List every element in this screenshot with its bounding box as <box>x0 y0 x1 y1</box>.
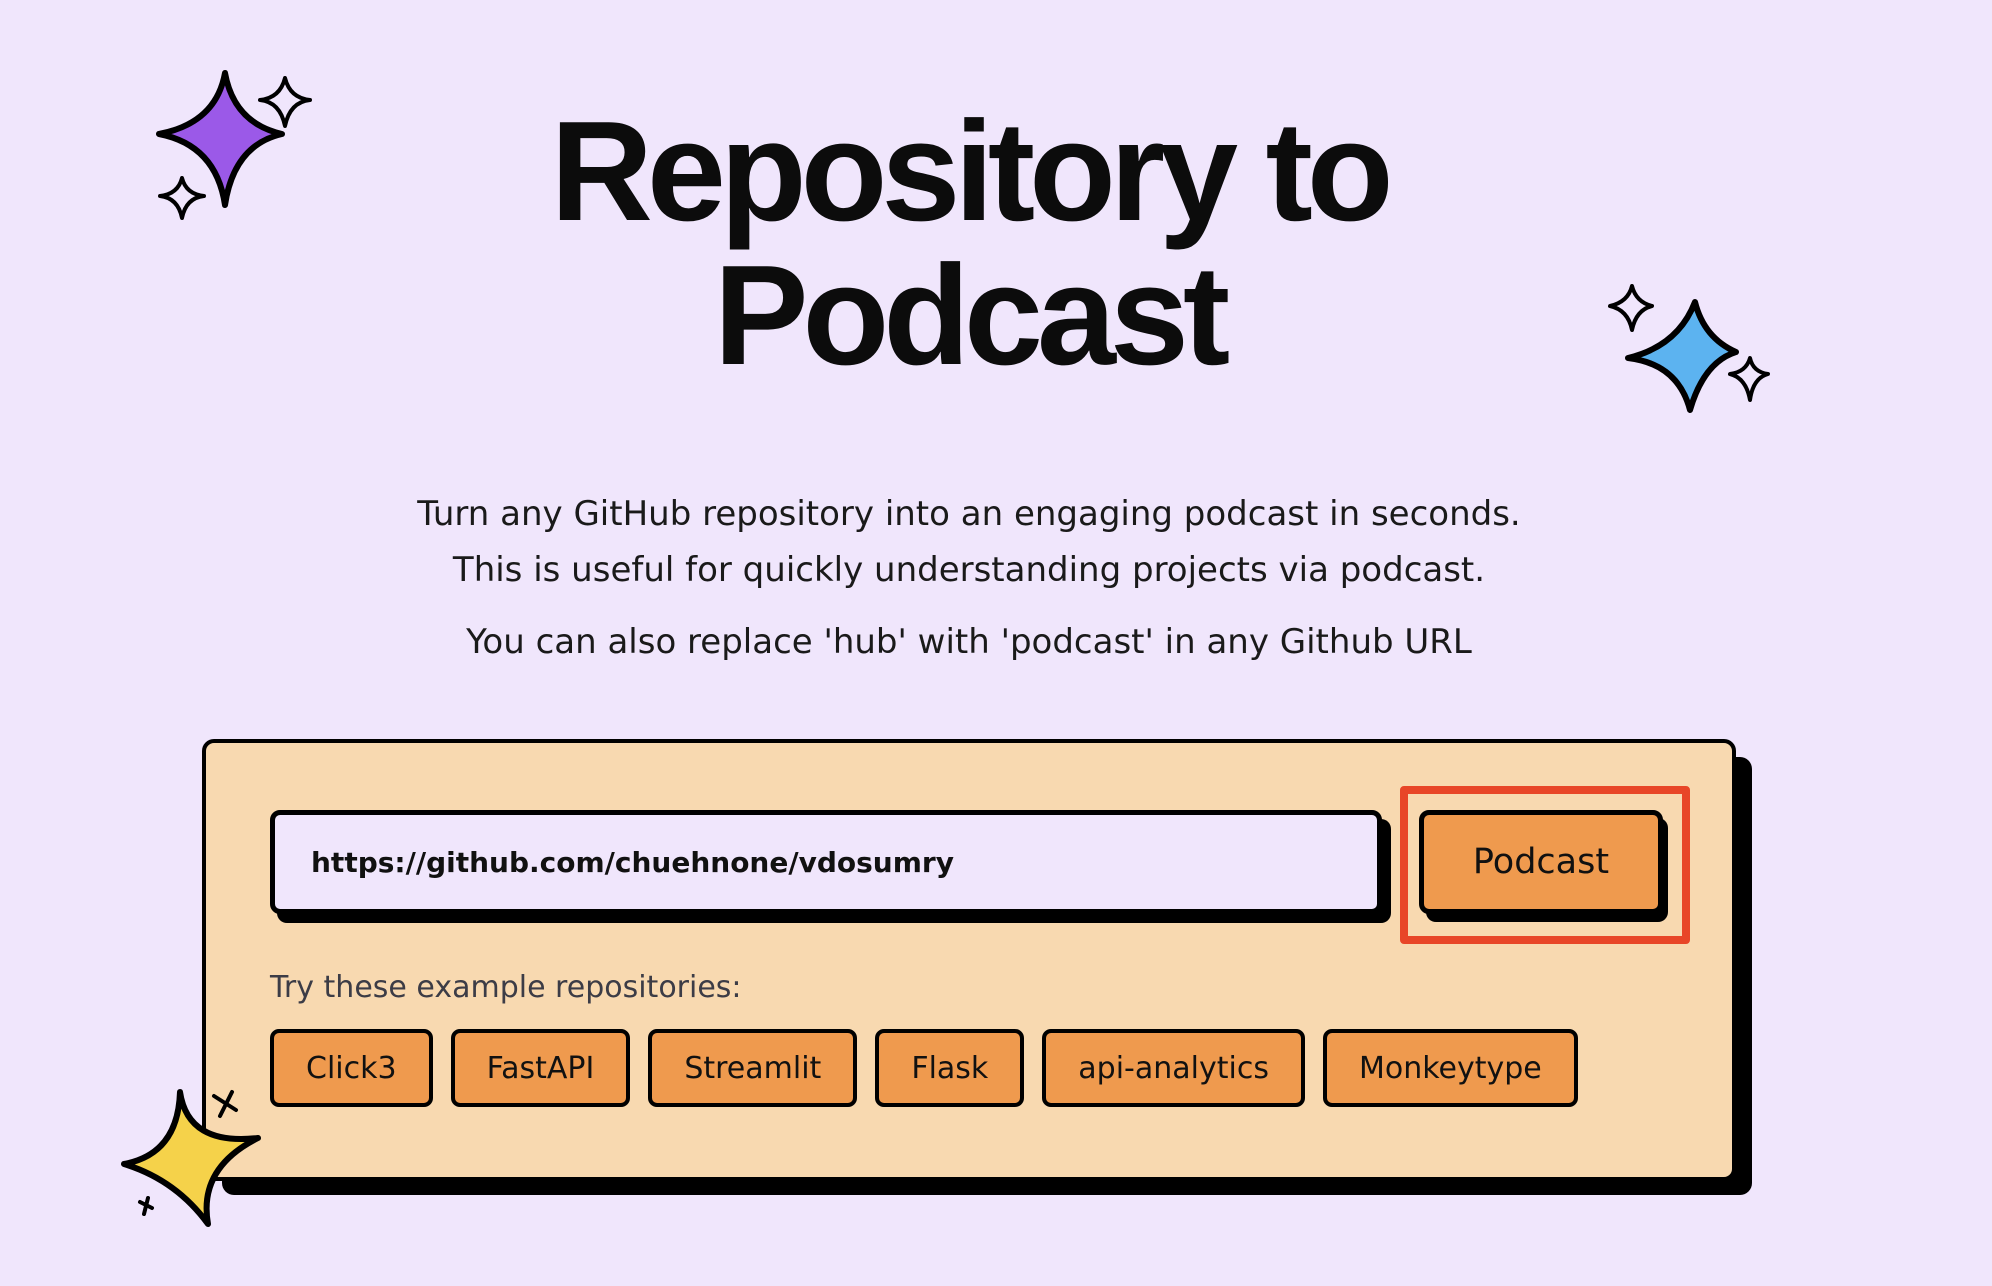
example-repo-fastapi[interactable]: FastAPI <box>450 1029 631 1107</box>
podcast-button[interactable]: Podcast <box>1419 810 1663 914</box>
examples-label: Try these example repositories: <box>270 970 742 1005</box>
title-line-1: Repository to <box>550 92 1393 251</box>
description-line-1: Turn any GitHub repository into an engag… <box>417 494 1521 534</box>
example-repo-flask[interactable]: Flask <box>875 1029 1025 1107</box>
description-line-3: You can also replace 'hub' with 'podcast… <box>466 622 1472 662</box>
description-line-2: This is useful for quickly understanding… <box>452 550 1486 590</box>
example-repos-list: Click3 FastAPI Streamlit Flask api-analy… <box>270 1029 1596 1107</box>
example-repo-monkeytype[interactable]: Monkeytype <box>1322 1029 1578 1107</box>
example-repo-streamlit[interactable]: Streamlit <box>648 1029 858 1107</box>
sparkle-yellow-icon <box>121 1089 261 1227</box>
example-repo-api-analytics[interactable]: api-analytics <box>1042 1029 1305 1107</box>
repo-url-input[interactable] <box>270 810 1382 914</box>
page-title: Repository to Podcast <box>0 100 1938 388</box>
title-line-2: Podcast <box>713 236 1230 395</box>
example-repo-click3[interactable]: Click3 <box>270 1029 433 1107</box>
